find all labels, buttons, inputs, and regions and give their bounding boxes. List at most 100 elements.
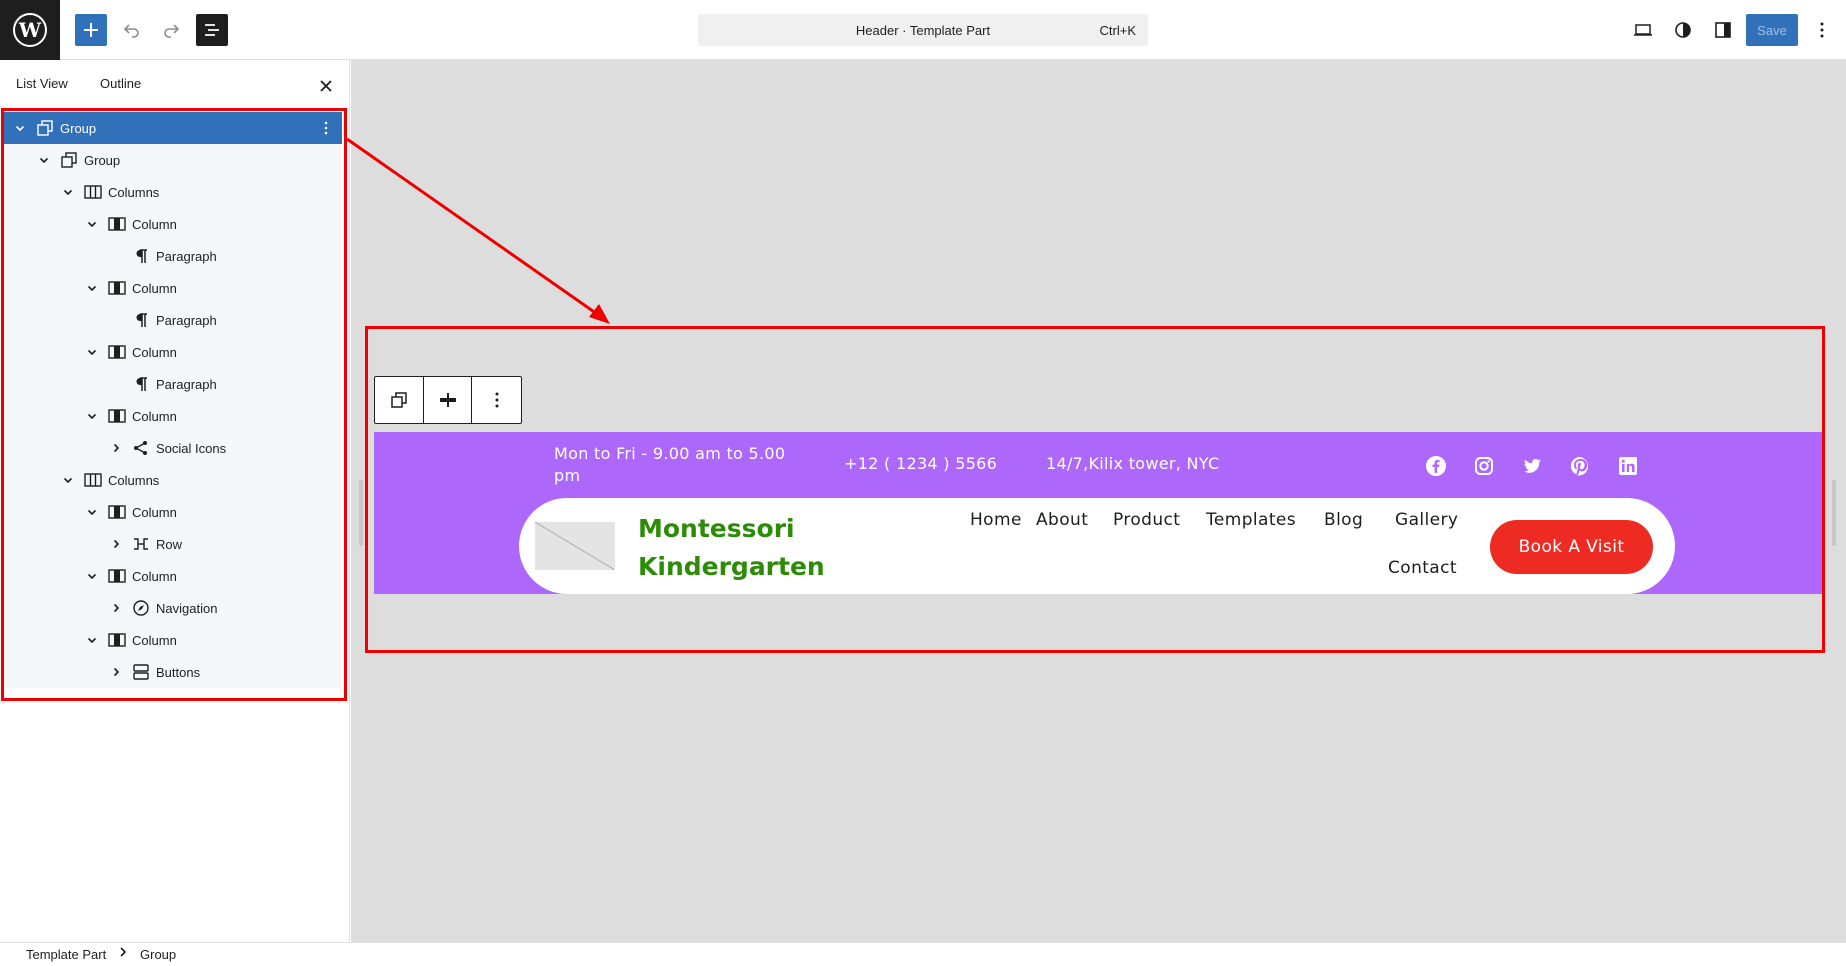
breadcrumb-group[interactable]: Group — [140, 947, 176, 962]
left-resize-handle[interactable] — [359, 480, 363, 546]
facebook-icon[interactable] — [1424, 454, 1448, 478]
svg-text:W: W — [18, 18, 42, 42]
pinterest-icon[interactable] — [1568, 454, 1592, 478]
chevron-down-icon[interactable] — [84, 344, 100, 360]
nav-item-about[interactable]: About — [1036, 510, 1088, 530]
shortcut-hint: Ctrl+K — [1099, 23, 1136, 38]
column-icon — [108, 567, 126, 585]
tab-outline[interactable]: Outline — [100, 76, 141, 91]
tree-item-paragraph[interactable]: Paragraph — [4, 240, 342, 272]
nav-item-templates[interactable]: Templates — [1206, 510, 1296, 530]
tree-item-columns[interactable]: Columns — [4, 176, 342, 208]
tree-item-group[interactable]: Group — [4, 112, 342, 144]
preview-device-button[interactable] — [1627, 14, 1659, 46]
tree-item-paragraph[interactable]: Paragraph — [4, 368, 342, 400]
tree-item-column[interactable]: Column — [4, 496, 342, 528]
styles-button[interactable] — [1667, 14, 1699, 46]
site-title[interactable]: Montessori Kindergarten — [638, 510, 858, 586]
breadcrumb-template-part[interactable]: Template Part — [26, 947, 106, 962]
add-block-button[interactable] — [75, 14, 107, 46]
block-tree: Group Group Columns Column Paragraph Column Pa… — [4, 112, 342, 688]
paragraph-icon — [132, 311, 150, 329]
justify-center-icon — [439, 393, 456, 407]
chevron-down-icon[interactable] — [84, 216, 100, 232]
chevron-down-icon[interactable] — [84, 504, 100, 520]
chevron-right-icon[interactable] — [108, 440, 124, 456]
tree-item-navigation[interactable]: Navigation — [4, 592, 342, 624]
header-main-bar: Montessori Kindergarten Home About Produ… — [519, 498, 1675, 594]
tree-item-label: Navigation — [156, 601, 218, 616]
align-button[interactable] — [424, 377, 473, 423]
settings-button[interactable] — [1707, 14, 1739, 46]
tree-item-label: Paragraph — [156, 313, 217, 328]
plus-icon — [84, 23, 98, 37]
site-logo-placeholder[interactable] — [535, 522, 615, 570]
book-a-visit-button[interactable]: Book A Visit — [1490, 520, 1653, 574]
tree-item-label: Social Icons — [156, 441, 227, 456]
tree-item-column[interactable]: Column — [4, 272, 342, 304]
block-toolbar — [374, 376, 522, 424]
chevron-down-icon[interactable] — [84, 280, 100, 296]
save-button[interactable]: Save — [1746, 14, 1798, 46]
chevron-down-icon[interactable] — [60, 184, 76, 200]
tree-item-column[interactable]: Column — [4, 560, 342, 592]
share-icon — [132, 439, 150, 457]
tree-item-label: Group — [60, 121, 97, 136]
chevron-right-icon[interactable] — [108, 600, 124, 616]
nav-item-blog[interactable]: Blog — [1324, 510, 1363, 530]
tree-item-column[interactable]: Column — [4, 624, 342, 656]
tree-item-column[interactable]: Column — [4, 208, 342, 240]
block-options-button[interactable] — [472, 377, 521, 423]
tree-item-label: Column — [132, 345, 177, 360]
document-title: Header · Template Part — [855, 23, 991, 38]
nav-item-contact[interactable]: Contact — [1388, 558, 1457, 578]
right-resize-handle[interactable] — [1832, 480, 1836, 546]
tree-item-label: Columns — [108, 473, 160, 488]
block-type-button[interactable] — [375, 377, 424, 423]
chevron-right-icon[interactable] — [108, 664, 124, 680]
tree-item-columns[interactable]: Columns — [4, 464, 342, 496]
paragraph-icon — [132, 247, 150, 265]
undo-button[interactable] — [116, 14, 148, 46]
styles-contrast-icon — [1675, 22, 1691, 38]
tree-item-column[interactable]: Column — [4, 400, 342, 432]
command-palette-bar[interactable]: Header · Template Part Ctrl+K — [698, 14, 1148, 46]
chevron-down-icon[interactable] — [36, 152, 52, 168]
tab-list-view[interactable]: List View — [16, 76, 68, 91]
chevron-down-icon[interactable] — [84, 568, 100, 584]
tree-item-buttons[interactable]: Buttons — [4, 656, 342, 688]
chevron-down-icon[interactable] — [84, 408, 100, 424]
tree-item-label: Group — [84, 153, 121, 168]
phone-text: +12 ( 1234 ) 5566 — [844, 454, 998, 473]
list-view-button[interactable] — [196, 14, 228, 46]
more-vertical-icon[interactable] — [318, 120, 334, 136]
chevron-down-icon[interactable] — [60, 472, 76, 488]
column-icon — [108, 631, 126, 649]
more-vertical-icon — [495, 392, 499, 408]
tree-item-label: Buttons — [156, 665, 201, 680]
close-sidebar-button[interactable] — [314, 74, 338, 98]
tree-item-paragraph[interactable]: Paragraph — [4, 304, 342, 336]
linkedin-icon[interactable] — [1616, 454, 1640, 478]
nav-item-product[interactable]: Product — [1113, 510, 1180, 530]
instagram-icon[interactable] — [1472, 454, 1496, 478]
nav-item-gallery[interactable]: Gallery — [1395, 510, 1458, 530]
tree-item-social-icons[interactable]: Social Icons — [4, 432, 342, 464]
twitter-icon[interactable] — [1520, 454, 1544, 478]
tree-item-row[interactable]: Row — [4, 528, 342, 560]
tree-item-label: Paragraph — [156, 377, 217, 392]
header-template-part[interactable]: Mon to Fri - 9.00 am to 5.00 pm +12 ( 12… — [374, 432, 1822, 594]
columns-icon — [84, 183, 102, 201]
chevron-down-icon[interactable] — [12, 120, 28, 136]
tree-item-column[interactable]: Column — [4, 336, 342, 368]
options-button[interactable] — [1806, 14, 1838, 46]
column-icon — [108, 215, 126, 233]
redo-button[interactable] — [155, 14, 187, 46]
chevron-down-icon[interactable] — [84, 632, 100, 648]
nav-item-home[interactable]: Home — [970, 510, 1022, 530]
tree-item-label: Column — [132, 217, 177, 232]
wordpress-logo-icon[interactable]: W — [0, 0, 60, 60]
chevron-right-icon[interactable] — [108, 536, 124, 552]
tree-item-group[interactable]: Group — [4, 144, 342, 176]
block-breadcrumb: Template Part Group — [0, 942, 1846, 966]
